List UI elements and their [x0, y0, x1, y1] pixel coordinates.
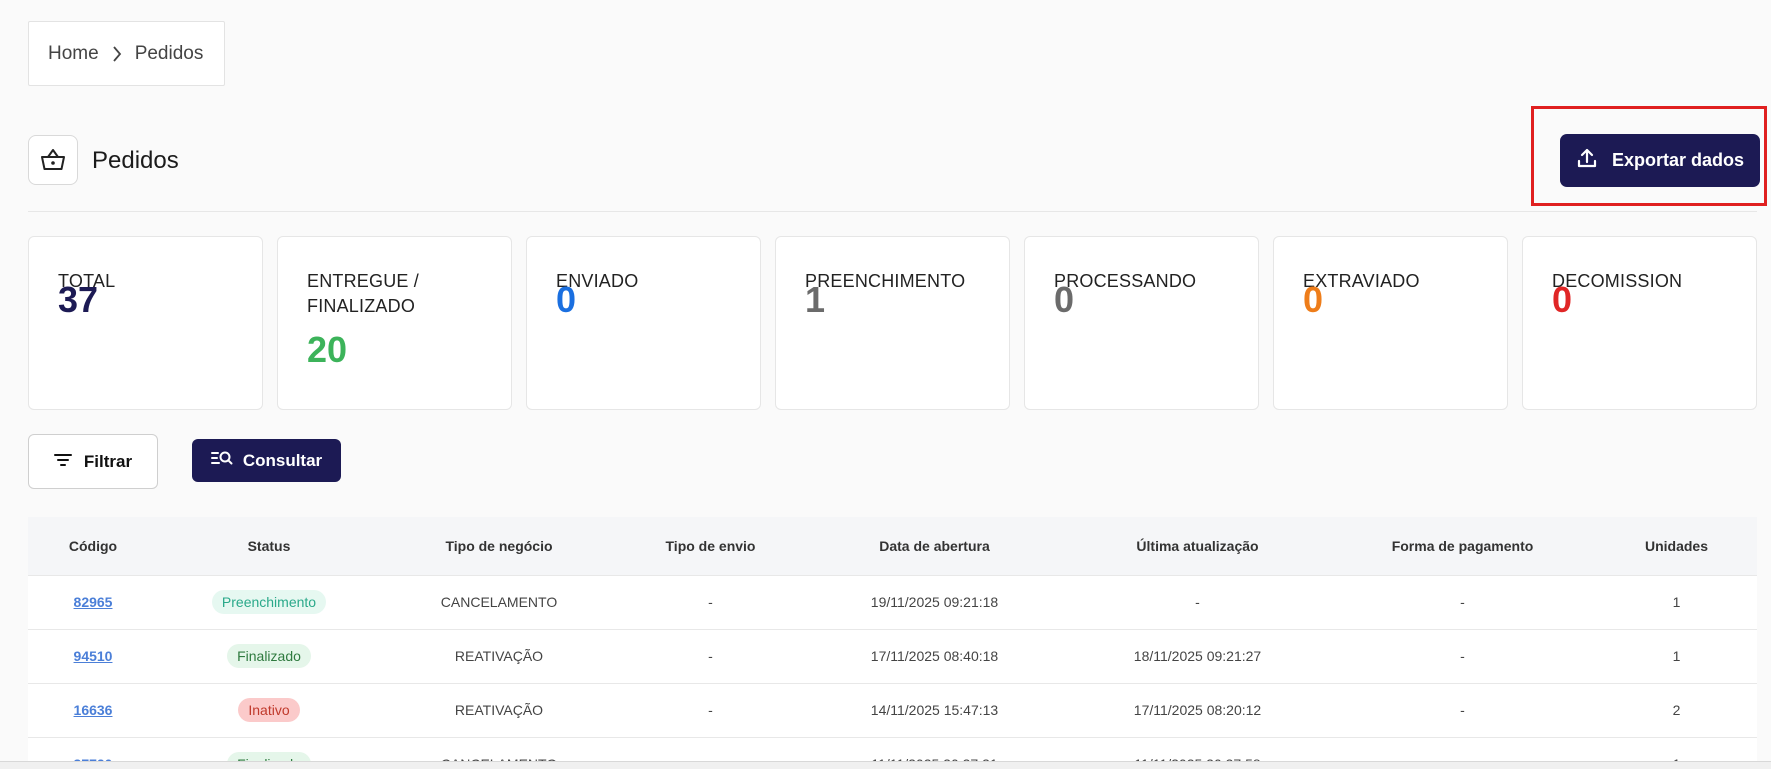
export-data-label: Exportar dados: [1611, 150, 1745, 170]
consult-button[interactable]: Consultar: [192, 439, 341, 482]
export-data-button[interactable]: Exportar dados: [1560, 134, 1760, 187]
order-code-link[interactable]: 82965: [74, 594, 113, 610]
stat-card-preenchimento: PREENCHIMENTO 1: [775, 236, 1010, 410]
list-search-icon: [210, 450, 233, 471]
opened-date-cell: 19/11/2025 09:21:18: [870, 594, 999, 610]
shipping-type-cell: -: [708, 594, 713, 610]
filter-lines-icon: [53, 452, 72, 472]
column-header[interactable]: Tipo de envio: [618, 517, 803, 575]
payment-method-cell: -: [1460, 702, 1465, 718]
units-cell: 2: [1672, 702, 1681, 718]
updated-date-cell: 18/11/2025 09:21:27: [1133, 648, 1262, 664]
stat-card-extraviado: EXTRAVIADO 0: [1273, 236, 1508, 410]
column-header[interactable]: Forma de pagamento: [1329, 517, 1596, 575]
filter-label: Filtrar: [83, 451, 133, 471]
column-header[interactable]: Código: [28, 517, 158, 575]
filter-button[interactable]: Filtrar: [28, 434, 158, 489]
consult-label: Consultar: [242, 450, 323, 470]
column-header[interactable]: Status: [158, 517, 380, 575]
business-type-cell: REATIVAÇÃO: [454, 702, 544, 718]
stat-card-label: ENTREGUE / FINALIZADO: [307, 271, 420, 316]
stat-card-enviado: ENVIADO 0: [526, 236, 761, 410]
business-type-cell: REATIVAÇÃO: [454, 648, 544, 664]
upload-icon: [1576, 147, 1598, 174]
stat-card-value: 37: [58, 279, 99, 320]
payment-method-cell: -: [1460, 594, 1465, 610]
stat-card-processando: PROCESSANDO 0: [1024, 236, 1259, 410]
orders-table-container: Código Status Tipo de negócio Tipo de en…: [28, 517, 1757, 769]
column-header[interactable]: Tipo de negócio: [380, 517, 618, 575]
table-row[interactable]: 82965 Preenchimento CANCELAMENTO - 19/11…: [28, 575, 1757, 629]
payment-method-cell: -: [1460, 648, 1465, 664]
status-badge: Preenchimento: [211, 590, 327, 614]
stat-card-total: TOTAL 37: [28, 236, 263, 410]
chevron-right-icon: [111, 45, 123, 63]
updated-date-cell: 17/11/2025 08:20:12: [1133, 702, 1262, 718]
opened-date-cell: 17/11/2025 08:40:18: [870, 648, 999, 664]
horizontal-scrollbar[interactable]: [0, 761, 1771, 769]
page-header: Pedidos: [28, 134, 1757, 212]
stat-card-decommission: DECOMISSION 0: [1522, 236, 1757, 410]
stat-card-entregue-finalizado: ENTREGUE / FINALIZADO 20: [277, 236, 512, 410]
units-cell: 1: [1672, 648, 1681, 664]
column-header[interactable]: Data de abertura: [803, 517, 1066, 575]
status-badge: Finalizado: [227, 644, 311, 668]
shipping-type-cell: -: [708, 648, 713, 664]
page-title: Pedidos: [92, 147, 179, 174]
updated-date-cell: -: [1195, 594, 1200, 610]
units-cell: 1: [1672, 594, 1681, 610]
table-row[interactable]: 16636 Inativo REATIVAÇÃO - 14/11/2025 15…: [28, 683, 1757, 737]
basket-icon: [28, 135, 78, 185]
table-header-row: Código Status Tipo de negócio Tipo de en…: [28, 517, 1757, 575]
order-code-link[interactable]: 16636: [74, 702, 113, 718]
orders-table: Código Status Tipo de negócio Tipo de en…: [28, 517, 1757, 769]
status-badge: Inativo: [238, 698, 300, 722]
breadcrumb-home-link[interactable]: Home: [48, 43, 99, 65]
opened-date-cell: 14/11/2025 15:47:13: [870, 702, 999, 718]
stat-card-value: 20: [307, 329, 348, 370]
breadcrumb-current: Pedidos: [134, 42, 204, 64]
stat-cards: TOTAL 37 ENTREGUE / FINALIZADO 20 ENVIADO…: [28, 236, 1757, 410]
order-code-link[interactable]: 94510: [74, 648, 113, 664]
breadcrumb: Home Pedidos: [28, 21, 225, 86]
table-row[interactable]: 94510 Finalizado REATIVAÇÃO - 17/11/2025…: [28, 629, 1757, 683]
column-header[interactable]: Unidades: [1596, 517, 1757, 575]
shipping-type-cell: -: [708, 702, 713, 718]
page: Home Pedidos Pedidos Exportar dados TOTA…: [0, 0, 1771, 769]
column-header[interactable]: Última atualização: [1066, 517, 1329, 575]
business-type-cell: CANCELAMENTO: [440, 594, 558, 610]
